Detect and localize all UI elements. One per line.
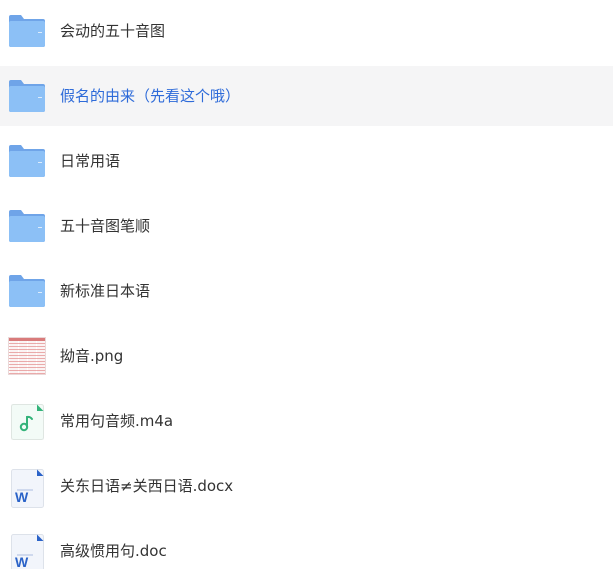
file-row-document[interactable]: W 关东日语≠关西日语.docx	[0, 456, 613, 516]
file-name: 关东日语≠关西日语.docx	[60, 477, 234, 495]
file-name: 假名的由来（先看这个哦）	[60, 87, 241, 105]
word-doc-icon: W	[8, 468, 46, 508]
file-name: 五十音图笔顺	[60, 217, 151, 235]
audio-file-icon	[8, 403, 46, 440]
file-list: 会动的五十音图 假名的由来（先看这个哦） 日常用语 五十音图笔顺 新标准日本语 …	[0, 0, 613, 569]
folder-icon	[8, 78, 46, 114]
file-name: 常用句音频.m4a	[60, 412, 174, 430]
folder-icon	[8, 143, 46, 179]
svg-text:W: W	[15, 489, 29, 505]
file-row-document[interactable]: W 高级惯用句.doc	[0, 521, 613, 569]
file-row-image[interactable]: 拗音.png	[0, 326, 613, 386]
file-name: 会动的五十音图	[60, 22, 166, 40]
thumbnail-header	[9, 338, 45, 341]
file-name: 拗音.png	[60, 347, 124, 365]
file-row-folder[interactable]: 日常用语	[0, 131, 613, 191]
folder-icon	[8, 273, 46, 309]
word-doc-icon: W	[8, 533, 46, 569]
image-thumbnail-icon	[8, 337, 46, 375]
file-row-folder[interactable]: 新标准日本语	[0, 261, 613, 321]
file-name: 日常用语	[60, 152, 121, 170]
folder-icon	[8, 208, 46, 244]
file-row-folder[interactable]: 会动的五十音图	[0, 1, 613, 61]
file-row-folder[interactable]: 五十音图笔顺	[0, 196, 613, 256]
file-name: 新标准日本语	[60, 282, 151, 300]
folder-icon	[8, 13, 46, 49]
svg-text:W: W	[15, 554, 29, 569]
file-name: 高级惯用句.doc	[60, 542, 167, 560]
file-row-folder-highlighted[interactable]: 假名的由来（先看这个哦）	[0, 66, 613, 126]
file-row-audio[interactable]: 常用句音频.m4a	[0, 391, 613, 451]
